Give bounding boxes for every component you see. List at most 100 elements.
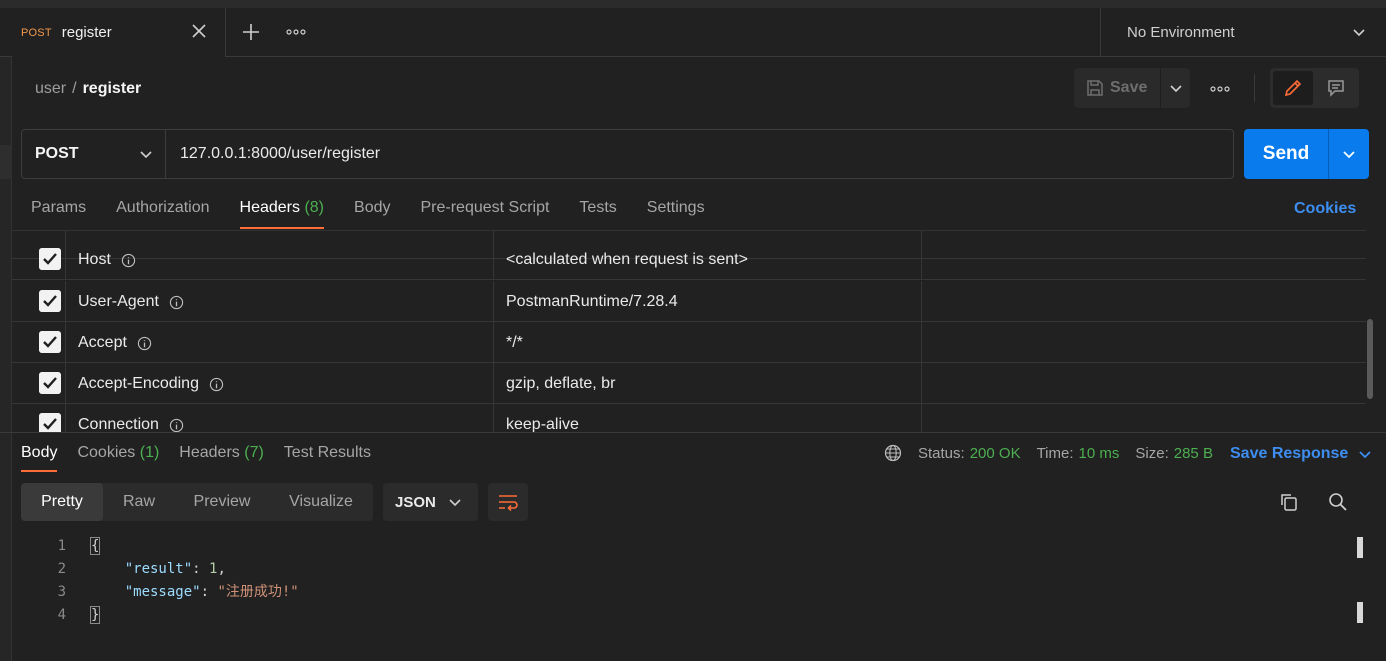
size-value[interactable]: 285 B [1174, 445, 1213, 462]
size-label: Size: [1135, 444, 1169, 462]
tab-headers-count: (8) [304, 199, 325, 216]
response-divider[interactable] [0, 432, 1386, 433]
view-mode-pretty[interactable]: Pretty [21, 483, 103, 521]
table-row: User-Agent PostmanRuntime/7.28.4 [12, 281, 1366, 322]
format-select[interactable]: JSON [383, 483, 478, 521]
save-dropdown-button[interactable] [1160, 68, 1190, 108]
view-mode-raw[interactable]: Raw [103, 483, 175, 521]
comment-icon [1328, 80, 1344, 97]
headers-scrollbar[interactable] [1366, 233, 1374, 431]
tab-authorization[interactable]: Authorization [116, 199, 209, 229]
more-options-icon[interactable] [285, 22, 307, 42]
left-gutter [0, 57, 12, 661]
url-bar: POST [21, 129, 1234, 179]
chevron-down-icon [140, 151, 152, 159]
header-checkbox[interactable] [39, 372, 61, 394]
cookies-link[interactable]: Cookies [1294, 200, 1356, 218]
header-checkbox[interactable] [39, 413, 61, 432]
edit-mode-button[interactable] [1273, 71, 1313, 105]
search-icon[interactable] [1328, 492, 1348, 512]
environment-label: No Environment [1127, 24, 1235, 41]
view-mode-visualize[interactable]: Visualize [269, 483, 373, 521]
line-number: 2 [57, 561, 66, 577]
header-key[interactable]: User-Agent [78, 293, 184, 311]
send-dropdown-button[interactable] [1328, 129, 1369, 179]
header-value[interactable]: keep-alive [506, 416, 579, 432]
chevron-down-icon [1169, 85, 1182, 93]
new-tab-icon[interactable] [240, 21, 262, 43]
code-line: } [89, 606, 101, 624]
breadcrumb-separator: / [72, 80, 77, 97]
request-options-icon[interactable] [1210, 80, 1230, 98]
info-icon[interactable] [137, 336, 152, 351]
wrap-lines-button[interactable] [488, 483, 528, 521]
url-input[interactable] [166, 130, 1233, 178]
save-label: Save [1110, 79, 1148, 96]
response-tabs: Body Cookies (1) Headers (7) Test Result… [21, 444, 371, 472]
info-icon[interactable] [209, 377, 224, 392]
request-tab[interactable]: POST register [12, 8, 226, 57]
tab-body[interactable]: Body [354, 199, 390, 229]
copy-icon[interactable] [1279, 492, 1299, 512]
info-icon[interactable] [121, 253, 136, 268]
tab-headers[interactable]: Headers (8) [239, 199, 325, 229]
header-value[interactable]: PostmanRuntime/7.28.4 [506, 293, 678, 311]
view-mode-preview[interactable]: Preview [175, 483, 269, 521]
chevron-down-icon [449, 499, 461, 507]
status-value[interactable]: 200 OK [970, 445, 1021, 462]
header-key[interactable]: Accept [78, 334, 152, 352]
table-row: Connection keep-alive [12, 404, 1366, 432]
send-button[interactable]: Send [1244, 129, 1328, 179]
tab-pre-request-script[interactable]: Pre-request Script [420, 199, 549, 229]
response-tab-body[interactable]: Body [21, 444, 58, 472]
response-tab-test-results[interactable]: Test Results [284, 444, 371, 472]
header-checkbox[interactable] [39, 290, 61, 312]
wrap-lines-icon [499, 495, 518, 512]
save-button[interactable]: Save [1074, 68, 1160, 108]
environment-selector[interactable]: No Environment [1100, 8, 1386, 57]
header-checkbox[interactable] [39, 331, 61, 353]
header-value[interactable]: */* [506, 334, 523, 352]
line-number: 3 [57, 584, 66, 600]
table-row: Accept */* [12, 322, 1366, 363]
info-icon[interactable] [169, 418, 184, 433]
tab-headers-label: Headers [239, 199, 300, 216]
line-number: 4 [57, 607, 66, 623]
response-tab-headers[interactable]: Headers (7) [179, 444, 264, 472]
globe-icon[interactable] [884, 444, 902, 462]
header-key[interactable]: Accept-Encoding [78, 375, 224, 393]
breadcrumb-current[interactable]: register [83, 80, 142, 97]
header-checkbox[interactable] [39, 248, 61, 270]
header-key[interactable]: Host [78, 251, 136, 269]
save-response-button[interactable]: Save Response [1230, 445, 1372, 463]
tab-settings[interactable]: Settings [647, 199, 705, 229]
code-line: "message": "注册成功!" [124, 584, 299, 600]
tab-params[interactable]: Params [31, 199, 86, 229]
headers-table: Host <calculated when request is sent> U… [12, 230, 1366, 432]
request-tab-name: register [61, 24, 112, 41]
code-scrollbar[interactable] [1356, 537, 1364, 623]
close-icon[interactable] [191, 23, 207, 39]
code-line: "result": 1, [124, 561, 226, 577]
http-method-select[interactable]: POST [22, 130, 166, 178]
format-value: JSON [395, 493, 436, 511]
info-icon[interactable] [169, 295, 184, 310]
send-button-group: Send [1244, 129, 1369, 179]
tab-strip: POST register No Environment [0, 0, 1386, 57]
breadcrumb-parent[interactable]: user [35, 80, 66, 97]
header-value[interactable]: gzip, deflate, br [506, 375, 615, 393]
chevron-down-icon [1359, 451, 1371, 459]
chevron-down-icon [1343, 151, 1355, 159]
response-tab-cookies[interactable]: Cookies (1) [77, 444, 159, 472]
status-label: Status: [918, 444, 965, 462]
tab-tests[interactable]: Tests [579, 199, 616, 229]
line-number: 1 [57, 538, 66, 554]
request-tabs: Params Authorization Headers (8) Body Pr… [31, 199, 705, 229]
header-key[interactable]: Connection [78, 416, 184, 432]
time-value[interactable]: 10 ms [1079, 445, 1120, 462]
breadcrumb: user / register [35, 80, 141, 98]
view-mode-segment: Pretty Raw Preview Visualize [21, 483, 373, 521]
header-value[interactable]: <calculated when request is sent> [506, 251, 748, 269]
comments-mode-button[interactable] [1317, 71, 1357, 105]
code-line: { [89, 537, 101, 555]
